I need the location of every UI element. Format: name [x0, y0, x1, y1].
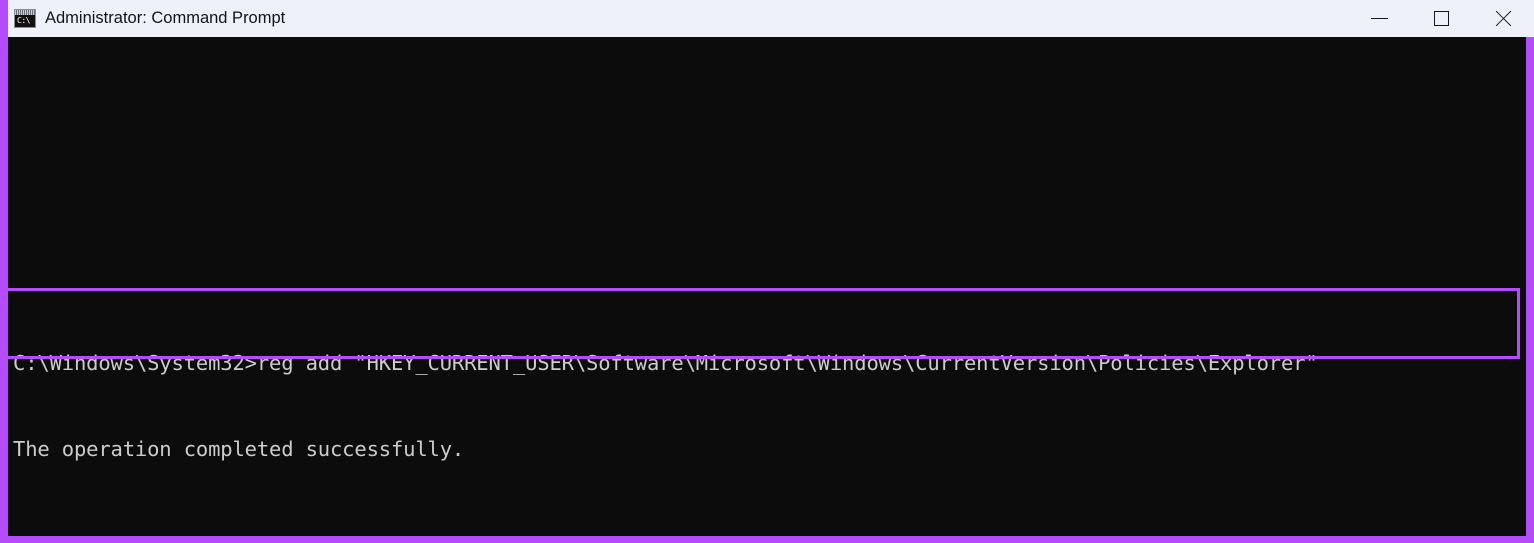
- close-icon: [1494, 9, 1513, 28]
- close-button[interactable]: [1472, 0, 1534, 37]
- title-bar[interactable]: C:\ Administrator: Command Prompt: [8, 0, 1534, 37]
- window-title: Administrator: Command Prompt: [45, 9, 286, 27]
- command-prompt-window: C:\ Administrator: Command Prompt C:\Win…: [0, 0, 1534, 543]
- maximize-icon: [1433, 11, 1449, 26]
- cmd-icon-text: C:\: [17, 16, 30, 25]
- cmd-icon-titlebar-stripe: [15, 10, 35, 15]
- maximize-button[interactable]: [1410, 0, 1472, 37]
- terminal-line: C:\Windows\System32>reg add "HKEY_CURREN…: [13, 350, 1318, 375]
- title-bar-left: C:\ Administrator: Command Prompt: [8, 9, 1348, 28]
- minimize-icon: [1370, 18, 1388, 19]
- command-block-1: C:\Windows\System32>reg add "HKEY_CURREN…: [8, 263, 1526, 520]
- minimize-button[interactable]: [1348, 0, 1410, 37]
- cmd-icon: C:\: [14, 9, 36, 28]
- console-output-area[interactable]: C:\Windows\System32>reg add "HKEY_CURREN…: [8, 37, 1526, 536]
- terminal-text: C:\Windows\System32>reg add "HKEY_CURREN…: [8, 37, 1526, 536]
- terminal-top-spacer: [8, 123, 1526, 149]
- window-controls: [1348, 0, 1534, 37]
- terminal-line: The operation completed successfully.: [13, 436, 465, 461]
